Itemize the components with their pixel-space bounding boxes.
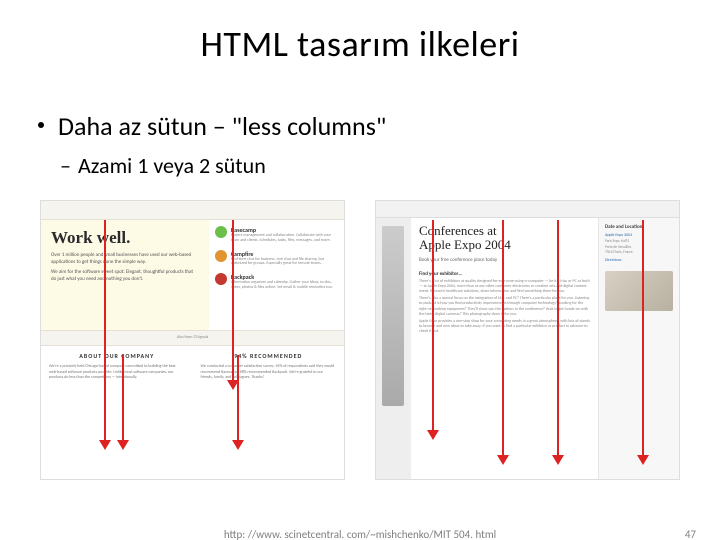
conf-subtitle: Book your free conference place today	[419, 257, 590, 263]
left-col-about: ABOUT OUR COMPANY We're a privately held…	[41, 346, 193, 426]
left-hero: Work well. Over 1 million people and sma…	[41, 220, 344, 330]
bullet-1-text: Daha az sütun – "less columns"	[58, 110, 386, 142]
conf-sec2-p: There's also a special focus on the inte…	[419, 296, 590, 317]
side-heading: Date and Location	[605, 224, 673, 230]
tool-basecamp: Basecamp Project management and collabor…	[215, 226, 338, 244]
left-headline: Work well.	[51, 228, 199, 248]
backpack-icon	[215, 273, 227, 285]
left-topbar	[41, 201, 344, 220]
right-sidebar: Date and Location Apple Expo 2004 Paris …	[598, 218, 679, 480]
left-sub-1: Over 1 million people and small business…	[51, 252, 199, 265]
left-col-recommended: 94% RECOMMENDED We conducted a customer …	[193, 346, 345, 426]
left-col2-h: 94% RECOMMENDED	[201, 352, 337, 360]
side-addr-1: Paris Expo, Hall 5	[605, 239, 673, 244]
example-right-apple-expo: Conferences at Apple Expo 2004 Book your…	[375, 200, 680, 480]
left-hero-copy: Work well. Over 1 million people and sma…	[41, 220, 209, 330]
footer-source-url: http: //www. scinetcentral. com/~mishche…	[0, 528, 720, 540]
side-link-expo: Apple Expo 2004	[605, 233, 673, 238]
slide: HTML tasarım ilkeleri Daha az sütun – "l…	[0, 0, 720, 540]
left-tools-list: Basecamp Project management and collabor…	[209, 220, 344, 330]
campfire-desc: Real-time chat for business. Live chat a…	[231, 258, 338, 268]
side-addr-3: 75015 Paris, France	[605, 250, 673, 255]
backpack-desc: Information organizer and calendar. Gath…	[231, 281, 338, 291]
example-left-37signals: Work well. Over 1 million people and sma…	[40, 200, 345, 480]
campfire-icon	[215, 250, 227, 262]
bullet-dash-icon: –	[60, 152, 71, 179]
right-main-copy: Conferences at Apple Expo 2004 Book your…	[411, 218, 598, 480]
right-body: Conferences at Apple Expo 2004 Book your…	[376, 218, 679, 480]
conf-sec3-p: Apple Expo provides a one-stop shop for …	[419, 319, 590, 335]
left-col1-h: ABOUT OUR COMPANY	[49, 352, 185, 360]
bullet-2-text: Azami 1 veya 2 sütun	[78, 152, 266, 179]
left-sub-2: We aim for the software sweet spot: Eleg…	[51, 269, 199, 282]
right-topbar	[376, 201, 679, 218]
left-col1-p: We're a privately held Chicago-based com…	[49, 364, 185, 381]
left-midbar: Also from 37signals	[41, 330, 344, 346]
side-link-directions: Directions	[605, 258, 673, 263]
side-addr-2: Porte de Versailles	[605, 245, 673, 250]
left-bottom-row: ABOUT OUR COMPANY We're a privately held…	[41, 346, 344, 426]
bullet-dot-icon	[38, 122, 44, 128]
conf-title-line2: Apple Expo 2004	[419, 238, 590, 252]
conf-sec1-h: Find your exhibitor…	[419, 271, 590, 277]
basecamp-desc: Project management and collaboration. Co…	[231, 234, 338, 244]
right-banner-image	[376, 218, 411, 480]
left-col2-p: We conducted a customer satisfaction sur…	[201, 364, 337, 381]
basecamp-icon	[215, 226, 227, 238]
bullet-level-1: Daha az sütun – "less columns"	[40, 110, 386, 142]
slide-title: HTML tasarım ilkeleri	[0, 22, 720, 66]
tool-backpack: Backpack Information organizer and calen…	[215, 273, 338, 291]
example-images-row: Work well. Over 1 million people and sma…	[40, 200, 680, 480]
side-thumbnail	[605, 271, 673, 311]
conf-title-line1: Conferences at	[419, 224, 590, 238]
conf-sec1-p: There's a lot of exhibitors at quality d…	[419, 279, 590, 295]
bullet-level-2: – Azami 1 veya 2 sütun	[78, 152, 266, 179]
tool-campfire: Campfire Real-time chat for business. Li…	[215, 250, 338, 268]
page-number: 47	[685, 528, 696, 540]
